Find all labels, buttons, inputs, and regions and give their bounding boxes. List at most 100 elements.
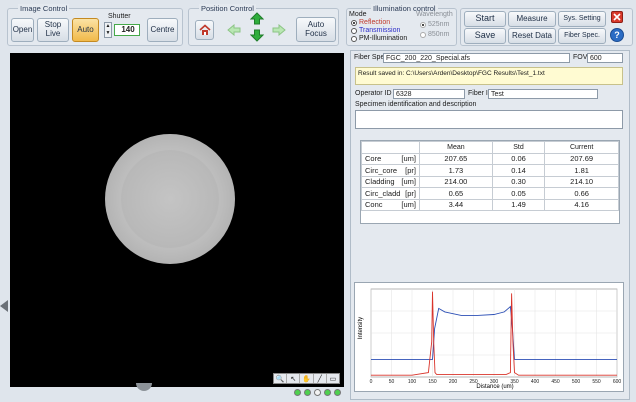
image-control-legend: Image Control [18, 4, 70, 13]
current-value: 4.16 [544, 198, 619, 211]
table-row: Core [um] 207.65 0.06 207.69 [361, 152, 619, 165]
row-name: Conc [365, 200, 383, 210]
move-left-button[interactable] [227, 23, 241, 38]
move-up-button[interactable] [249, 12, 265, 27]
header-empty [361, 141, 420, 154]
specimen-label: Specimen identification and description [355, 101, 477, 108]
viewer-scroll-left-handle[interactable] [0, 300, 8, 312]
shutter-label: Shutter [108, 13, 131, 20]
result-saved-message: Result saved in: C:\Users\Arden\Desktop\… [355, 67, 623, 85]
row-name-cell: Circ_cladd [pr] [361, 187, 420, 200]
std-value: 1.49 [491, 198, 546, 211]
magnifier-icon: 🔍 [275, 375, 285, 383]
mode-transmission-radio[interactable]: Transmission [351, 27, 400, 34]
header-mean: Mean [419, 141, 493, 154]
results-table: Mean Std Current Core [um] 207.65 0.06 20… [361, 141, 619, 211]
auto-focus-button[interactable]: Auto Focus [296, 17, 336, 42]
home-button[interactable] [195, 20, 214, 40]
start-button[interactable]: Start [464, 11, 506, 27]
wavelength-525-label: 525nm [428, 21, 450, 28]
row-unit: [pr] [405, 188, 416, 198]
mean-value: 1.73 [419, 164, 493, 177]
x-tick-label: 200 [449, 379, 458, 385]
mode-reflection-radio[interactable]: Reflection [351, 19, 390, 26]
current-value: 214.10 [544, 175, 619, 188]
std-value: 0.06 [491, 152, 546, 165]
status-led-4 [324, 389, 331, 396]
viewer-scroll-bottom-handle[interactable] [136, 383, 152, 391]
row-name-cell: Circ_core [pr] [361, 164, 420, 177]
mode-label: Mode [349, 11, 367, 18]
fiber-spec-button[interactable]: Fiber Spec. [558, 28, 606, 44]
row-unit: [um] [401, 154, 416, 164]
x-axis-label: Distance (um) [476, 384, 513, 390]
x-tick-label: 450 [551, 379, 560, 385]
measure-button[interactable]: Measure [508, 11, 556, 27]
mean-value: 0.65 [419, 187, 493, 200]
specimen-description-field[interactable] [355, 110, 623, 129]
line-icon: ╱ [317, 375, 322, 383]
row-unit: [um] [401, 177, 416, 187]
table-row: Conc [um] 3.44 1.49 4.16 [361, 198, 619, 211]
camera-viewer[interactable] [10, 53, 344, 387]
arrow-left-icon [227, 23, 241, 37]
row-name: Circ_cladd [365, 188, 401, 198]
centre-button[interactable]: Centre [147, 18, 178, 42]
fov-field[interactable]: 600 [587, 53, 623, 63]
position-control-legend: Position Control [199, 4, 256, 13]
pan-tool-button[interactable]: ✋ [300, 374, 314, 383]
wavelength-850-label: 850nm [428, 31, 450, 38]
rectangle-tool-button[interactable]: ▭ [327, 374, 339, 383]
shutter-stepper[interactable]: ▲ ▼ [104, 22, 112, 38]
x-tick-label: 550 [592, 379, 601, 385]
results-table-header: Mean Std Current [361, 141, 619, 154]
hand-icon: ✋ [302, 375, 311, 383]
x-tick-label: 400 [531, 379, 540, 385]
fiber-id-field[interactable]: Test [488, 89, 598, 99]
row-unit: [um] [401, 200, 416, 210]
row-name: Cladding [365, 177, 395, 187]
move-right-button[interactable] [272, 23, 286, 38]
radio-unselected-icon [351, 27, 357, 34]
wavelength-label: Wavelength [416, 11, 453, 18]
mean-value: 214.00 [419, 175, 493, 188]
close-icon [613, 13, 621, 21]
auto-exposure-button[interactable]: Auto [72, 18, 99, 42]
help-button[interactable]: ? [610, 28, 624, 42]
operator-id-field[interactable]: 6328 [393, 89, 465, 99]
table-row: Cladding [um] 214.00 0.30 214.10 [361, 175, 619, 188]
arrow-right-icon [272, 23, 286, 37]
move-down-button[interactable] [249, 29, 265, 44]
wavelength-525-radio[interactable]: 525nm [420, 21, 449, 28]
shutter-input[interactable]: 140 [114, 24, 140, 36]
select-tool-button[interactable]: ↖ [287, 374, 301, 383]
mode-pm-illumination-radio[interactable]: PM-Illumination [351, 35, 407, 42]
x-tick-label: 100 [408, 379, 417, 385]
save-button[interactable]: Save [464, 28, 506, 44]
line-tool-button[interactable]: ╱ [314, 374, 327, 383]
results-table-container: Mean Std Current Core [um] 207.65 0.06 20… [360, 140, 620, 224]
sys-setting-button[interactable]: Sys. Setting [558, 11, 606, 27]
mean-value: 3.44 [419, 198, 493, 211]
row-name-cell: Core [um] [361, 152, 420, 165]
fiber-spec-field[interactable]: FGC_200_220_Special.afs [383, 53, 570, 63]
row-name: Core [365, 154, 382, 164]
table-row: Circ_cladd [pr] 0.65 0.05 0.66 [361, 187, 619, 200]
open-button[interactable]: Open [11, 18, 34, 42]
radio-unselected-icon [420, 31, 426, 38]
fov-label: FOV [573, 54, 588, 61]
help-icon: ? [614, 30, 620, 40]
stop-live-button[interactable]: Stop Live [37, 18, 69, 42]
x-tick-label: 0 [370, 379, 373, 385]
arrow-up-icon [249, 12, 265, 25]
radio-unselected-icon [351, 35, 357, 42]
mode-reflection-label: Reflection [359, 19, 391, 26]
zoom-tool-button[interactable]: 🔍 [274, 374, 288, 383]
reset-data-button[interactable]: Reset Data [508, 28, 556, 44]
wavelength-850-radio[interactable]: 850nm [420, 31, 449, 38]
status-led-2 [304, 389, 311, 396]
close-button[interactable] [611, 11, 623, 23]
mode-transmission-label: Transmission [359, 27, 401, 34]
header-std: Std [491, 141, 546, 154]
status-led-1 [294, 389, 301, 396]
